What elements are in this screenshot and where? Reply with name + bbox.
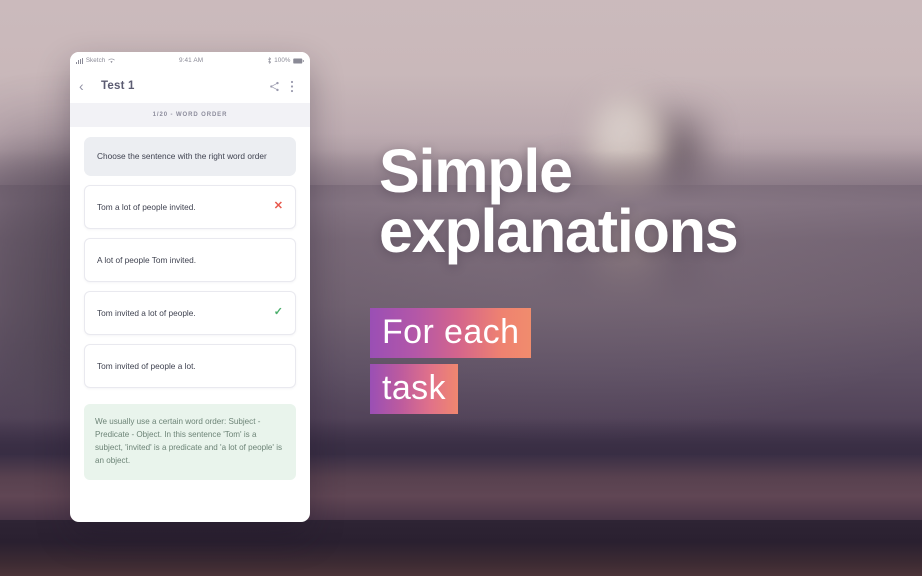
subheadline-wrap-2: task [370,364,531,414]
battery-percent-label: 100% [274,57,291,64]
quiz-body: Choose the sentence with the right word … [70,127,310,481]
carrier-label: Sketch [85,57,106,64]
more-vertical-icon [290,80,294,92]
wifi-icon [108,58,116,63]
phone-mockup: Sketch 9:41 AM 100% ‹ Test 1 1/20 - WORD… [70,52,310,522]
overflow-menu-button[interactable] [283,80,301,93]
chevron-left-icon[interactable]: ‹ [79,79,95,93]
status-time: 9:41 AM [178,57,204,64]
subheadline-line-1: For each [370,308,532,358]
headline-line-1: Simple [379,137,573,205]
share-icon [269,81,279,91]
option-row[interactable]: Tom invited a lot of people. ✓ [84,290,296,335]
check-icon: ✓ [273,306,283,319]
option-label: Tom invited a lot of people. [97,307,196,318]
progress-label: 1/20 - WORD ORDER [70,103,310,127]
subheadline: For each task [370,308,532,414]
option-label: Tom invited of people a lot. [97,360,196,371]
share-button[interactable] [265,81,283,92]
battery-full-icon [293,58,304,63]
subheadline-line-2: task [370,364,458,414]
headline: Simple explanations [379,137,849,265]
signal-bars-icon [76,57,83,64]
headline-line-2: explanations [379,196,739,265]
option-row[interactable]: A lot of people Tom invited. [84,237,296,282]
option-label: A lot of people Tom invited. [97,254,197,265]
page-title: Test 1 [101,80,135,92]
app-nav-bar: ‹ Test 1 [70,69,310,103]
status-bar-left: Sketch [76,57,116,64]
status-bar: Sketch 9:41 AM 100% [70,52,310,69]
status-bar-right: 100% [267,57,304,64]
cross-icon: ✕ [273,200,283,213]
option-label: Tom a lot of people invited. [97,201,196,212]
subheadline-wrap-1: For each [370,308,532,358]
explanation-card: We usually use a certain word order: Sub… [84,403,296,481]
bluetooth-icon [267,57,271,64]
option-row[interactable]: Tom invited of people a lot. [84,343,296,388]
option-row[interactable]: Tom a lot of people invited. ✕ [84,184,296,229]
question-card: Choose the sentence with the right word … [84,137,296,176]
